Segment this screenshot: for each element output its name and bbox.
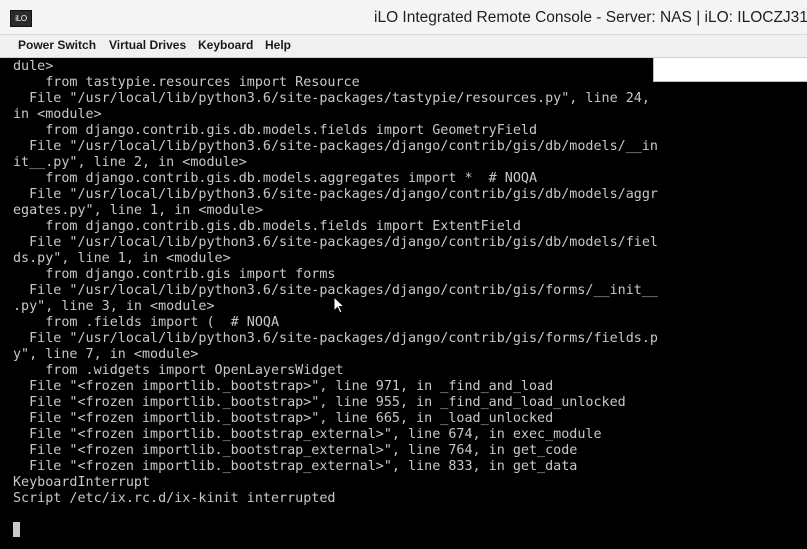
console-line: from .widgets import OpenLayersWidget [13, 363, 344, 378]
ilo-remote-console-window: iLO iLO Integrated Remote Console - Serv… [0, 0, 807, 549]
menu-help[interactable]: Help [265, 38, 291, 52]
console-line: ds.py", line 1, in <module> [13, 251, 231, 266]
menu-virtual-drives[interactable]: Virtual Drives [109, 38, 186, 52]
console-line: dule> [13, 59, 54, 74]
console-line: from .fields import ( # NOQA [13, 315, 280, 330]
console-line: File "/usr/local/lib/python3.6/site-pack… [13, 235, 658, 250]
console-line: File "<frozen importlib._bootstrap>", li… [13, 395, 626, 410]
remote-console-screen[interactable]: dule> from tastypie.resources import Res… [0, 58, 807, 549]
console-line: File "<frozen importlib._bootstrap_exter… [13, 459, 578, 474]
console-line: from django.contrib.gis.db.models.fields… [13, 123, 538, 138]
text-cursor-block [13, 522, 20, 537]
console-line: Script /etc/ix.rc.d/ix-kinit interrupted [13, 491, 336, 506]
console-line: from django.contrib.gis import forms [13, 267, 336, 282]
console-line: File "/usr/local/lib/python3.6/site-pack… [13, 139, 658, 154]
console-line: File "<frozen importlib._bootstrap>", li… [13, 411, 554, 426]
console-line: KeyboardInterrupt [13, 475, 151, 490]
window-title: iLO Integrated Remote Console - Server: … [374, 9, 807, 26]
console-line: from django.contrib.gis.db.models.fields… [13, 219, 521, 234]
console-line: y", line 7, in <module> [13, 347, 199, 362]
console-line: File "/usr/local/lib/python3.6/site-pack… [13, 187, 658, 202]
console-output: dule> from tastypie.resources import Res… [13, 59, 658, 507]
menu-keyboard[interactable]: Keyboard [198, 38, 253, 52]
console-line: from tastypie.resources import Resource [13, 75, 360, 90]
console-line: File "/usr/local/lib/python3.6/site-pack… [13, 331, 658, 346]
menu-power-switch[interactable]: Power Switch [18, 38, 96, 52]
console-line: it__.py", line 2, in <module> [13, 155, 247, 170]
console-line: in <module> [13, 107, 102, 122]
console-line: File "<frozen importlib._bootstrap_exter… [13, 427, 602, 442]
console-overlay-strip [653, 58, 807, 82]
console-line: File "<frozen importlib._bootstrap>", li… [13, 379, 554, 394]
console-line: File "<frozen importlib._bootstrap_exter… [13, 443, 578, 458]
ilo-logo-icon: iLO [10, 10, 32, 27]
menu-bar: Power Switch Virtual Drives Keyboard Hel… [0, 35, 807, 58]
console-line: from django.contrib.gis.db.models.aggreg… [13, 171, 538, 186]
mouse-pointer-icon [333, 296, 345, 314]
console-line: File "/usr/local/lib/python3.6/site-pack… [13, 91, 650, 106]
console-line: egates.py", line 1, in <module> [13, 203, 263, 218]
title-bar: iLO iLO Integrated Remote Console - Serv… [0, 0, 807, 35]
